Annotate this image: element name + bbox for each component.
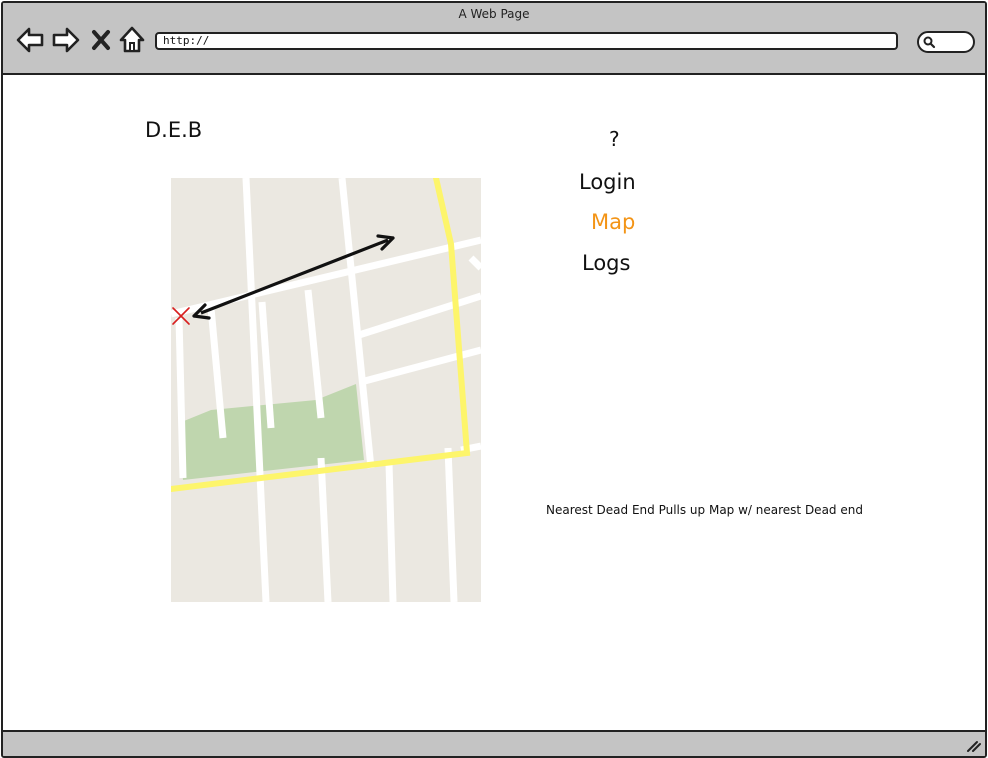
nav-logs-link[interactable]: Logs [582,251,630,275]
browser-window: A Web Page http:// D.E.B ? Login Map Log… [1,1,987,758]
home-icon[interactable] [117,25,147,55]
browser-toolbar: A Web Page http:// [3,3,985,75]
annotation-note: Nearest Dead End Pulls up Map w/ nearest… [546,503,863,517]
back-arrow-icon[interactable] [15,25,45,55]
status-bar [3,730,985,756]
map-view[interactable] [171,178,481,602]
nav-login-link[interactable]: Login [579,170,636,194]
nav-map-link[interactable]: Map [591,210,635,234]
site-title: D.E.B [145,118,203,142]
search-icon [923,36,936,49]
resize-grip-icon[interactable] [965,737,981,753]
search-input[interactable] [917,31,975,53]
close-x-icon[interactable] [89,25,113,55]
window-title: A Web Page [458,7,530,21]
forward-arrow-icon[interactable] [51,25,81,55]
url-input[interactable]: http:// [155,32,898,50]
page-content: D.E.B ? Login Map Logs Nearest Dead End … [3,75,985,730]
help-link[interactable]: ? [609,127,620,151]
